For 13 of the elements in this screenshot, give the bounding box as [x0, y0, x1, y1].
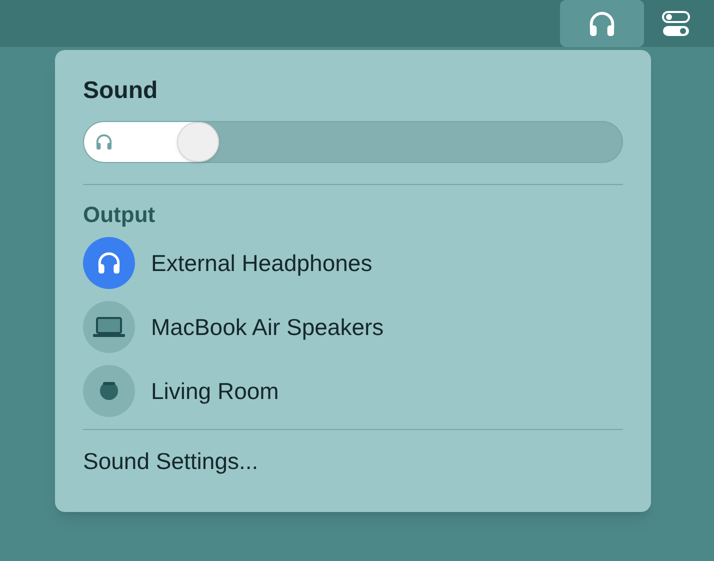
section-heading: Output	[83, 201, 156, 229]
output-device-item[interactable]: External Headphones	[83, 237, 623, 289]
volume-slider[interactable]	[83, 121, 623, 163]
output-device-item[interactable]: Living Room	[83, 365, 623, 417]
laptop-icon	[91, 315, 127, 339]
panel-title: Sound	[83, 76, 159, 106]
headphones-icon	[94, 132, 114, 152]
sound-menu-button[interactable]	[560, 0, 644, 47]
device-name: Living Room	[151, 376, 279, 406]
device-name: External Headphones	[151, 248, 372, 278]
device-name: MacBook Air Speakers	[151, 312, 384, 342]
output-device-item[interactable]: MacBook Air Speakers	[83, 301, 623, 353]
sound-settings-link[interactable]: Sound Settings...	[83, 444, 623, 478]
